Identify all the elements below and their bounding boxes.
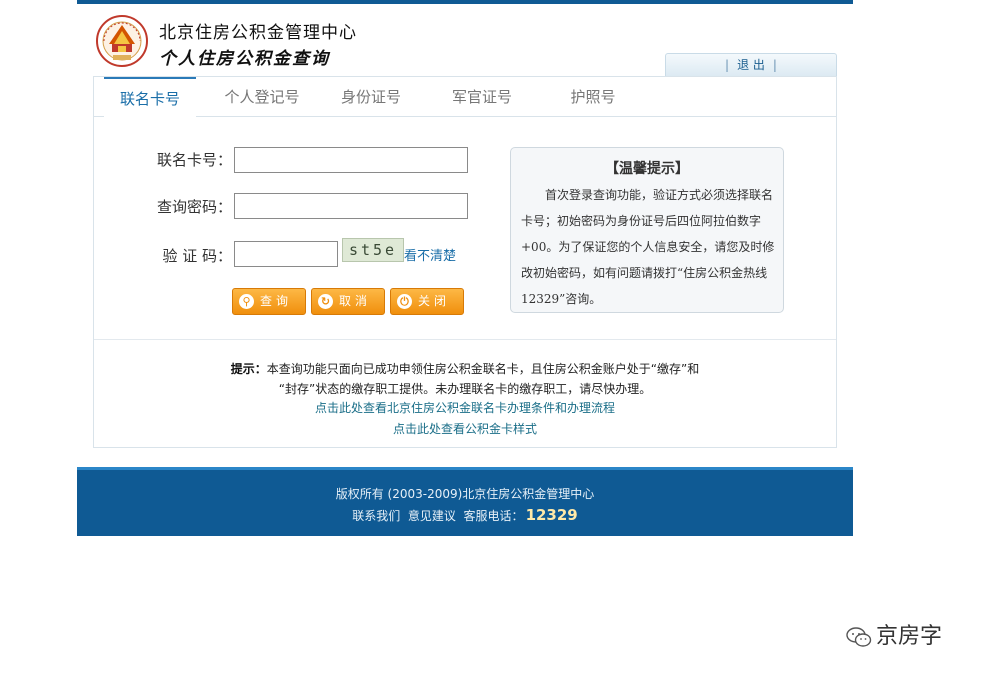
card-number-input[interactable] [234, 147, 468, 173]
logout-area: | 退 出 | [665, 53, 837, 77]
feedback-link[interactable]: 意见建议 [408, 509, 456, 523]
section-divider [94, 339, 836, 340]
tip-box: 【温馨提示】 首次登录查询功能，验证方式必须选择联名卡号；初始密码为身份证号后四… [510, 147, 784, 313]
notice-line2: “封存”状态的缴存职工提供。未办理联名卡的缴存职工，请尽快办理。 [278, 382, 652, 396]
password-input[interactable] [234, 193, 468, 219]
card-style-link[interactable]: 点击此处查看公积金卡样式 [94, 420, 836, 437]
query-panel: 联名卡号 个人登记号 身份证号 军官证号 护照号 联名卡号： 查询密码： 验 证… [93, 76, 837, 448]
logout-link[interactable]: 退 出 [737, 58, 765, 72]
system-name: 个人住房公积金查询 [159, 49, 330, 69]
footer-links: 联系我们 意见建议 客服电话： 12329 [77, 506, 853, 524]
org-name: 北京住房公积金管理中心 [159, 23, 357, 43]
captcha-label: 验 证 码： [162, 247, 232, 265]
card-conditions-link[interactable]: 点击此处查看北京住房公积金联名卡办理条件和办理流程 [94, 399, 836, 416]
contact-link[interactable]: 联系我们 [352, 509, 400, 523]
tab-passport[interactable]: 护照号 [558, 77, 628, 117]
tab-personal-registration[interactable]: 个人登记号 [212, 77, 312, 117]
captcha-input[interactable] [234, 241, 338, 267]
logout-separator-right: | [772, 58, 777, 72]
wechat-icon [846, 626, 872, 648]
hotline-label: 客服电话： [463, 509, 524, 523]
tab-joint-card[interactable]: 联名卡号 [104, 77, 196, 118]
copyright-text: 版权所有 (2003-2009)北京住房公积金管理中心 [335, 487, 595, 501]
query-button[interactable]: ⚲ 查询 [232, 288, 306, 315]
password-label: 查询密码： [156, 198, 232, 216]
query-type-tabs: 联名卡号 个人登记号 身份证号 军官证号 护照号 [94, 77, 836, 118]
close-button[interactable]: ⏻ 关闭 [390, 288, 464, 315]
page-footer: 版权所有 (2003-2009)北京住房公积金管理中心 联系我们 意见建议 客服… [77, 467, 853, 536]
watermark-text: 京房字 [876, 624, 943, 649]
cancel-button[interactable]: ↻ 取消 [311, 288, 385, 315]
card-number-label: 联名卡号： [156, 151, 232, 169]
tip-body: 首次登录查询功能，验证方式必须选择联名卡号；初始密码为身份证号后四位阿拉伯数字+… [521, 188, 775, 306]
page-header: 北京住房公积金管理中心 个人住房公积金查询 | 退 出 | [77, 4, 853, 77]
notice-prefix: 提示： [230, 362, 267, 376]
hotline-number: 12329 [525, 506, 578, 524]
housing-fund-logo-icon [95, 14, 149, 68]
tip-title: 【温馨提示】 [605, 161, 689, 177]
captcha-image[interactable]: st5e [342, 238, 404, 262]
tab-officer-card[interactable]: 军官证号 [440, 77, 524, 117]
watermark: 京房字 [846, 618, 942, 650]
search-icon: ⚲ [239, 294, 254, 309]
notice-text: 提示：本查询功能只面向已成功申领住房公积金联名卡，且住房公积金账户处于“缴存”和… [94, 359, 836, 399]
tab-id-card[interactable]: 身份证号 [330, 77, 412, 117]
notice-line1: 本查询功能只面向已成功申领住房公积金联名卡，且住房公积金账户处于“缴存”和 [266, 362, 700, 376]
captcha-refresh-link[interactable]: 看不清楚 [404, 245, 456, 264]
logout-separator-left: | [725, 58, 730, 72]
power-icon: ⏻ [397, 294, 412, 309]
refresh-icon: ↻ [318, 294, 333, 309]
